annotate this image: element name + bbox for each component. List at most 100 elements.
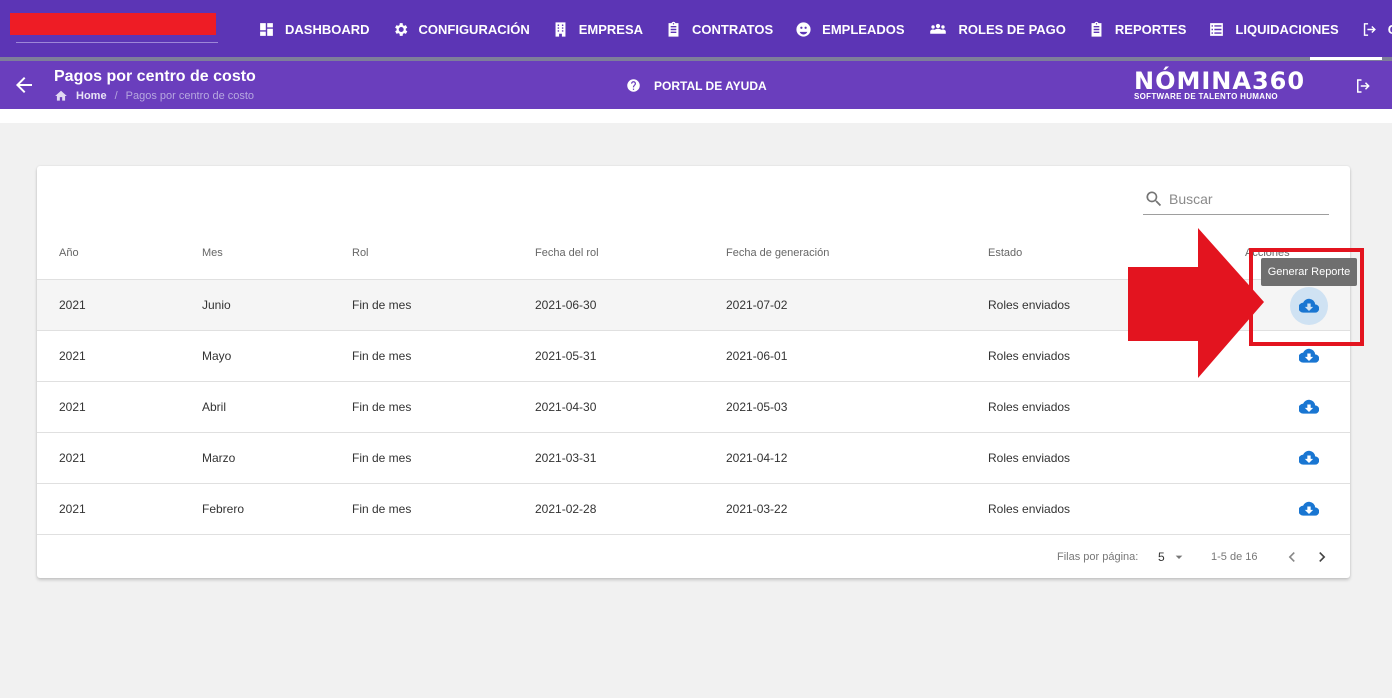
nav-item-label: CE bbox=[1388, 22, 1392, 37]
cloud-download-icon bbox=[1299, 501, 1319, 516]
help-portal-label: PORTAL DE AYUDA bbox=[654, 78, 767, 93]
cell-rol: Fin de mes bbox=[352, 451, 412, 465]
table-row[interactable]: 2021 Febrero Fin de mes 2021-02-28 2021-… bbox=[37, 484, 1350, 535]
column-header-fecha-rol[interactable]: Fecha del rol bbox=[535, 247, 599, 259]
nav-item-liquidaciones[interactable]: LIQUIDACIONES bbox=[1197, 0, 1349, 58]
column-header-estado[interactable]: Estado bbox=[988, 247, 1022, 259]
nav-item-label: EMPRESA bbox=[578, 21, 644, 37]
nav-item-label: LIQUIDACIONES bbox=[1235, 21, 1339, 37]
search-icon bbox=[1146, 191, 1162, 207]
rows-per-page-label: Filas por página: bbox=[1057, 551, 1139, 563]
cell-month: Febrero bbox=[202, 502, 245, 516]
report-icon bbox=[1091, 21, 1102, 37]
top-navbar: DASHBOARD CONFIGURACIÓN EMPRESA CONTRATO… bbox=[0, 0, 1392, 58]
cell-month: Junio bbox=[202, 298, 231, 312]
cell-year: 2021 bbox=[59, 400, 86, 414]
arrow-left-icon bbox=[16, 77, 32, 93]
table-row[interactable]: 2021 Abril Fin de mes 2021-04-30 2021-05… bbox=[37, 382, 1350, 433]
cell-fecha-generacion: 2021-05-03 bbox=[726, 400, 788, 414]
nav-item-empresa[interactable]: EMPRESA bbox=[541, 0, 654, 58]
cell-month: Abril bbox=[202, 400, 227, 414]
logout-icon bbox=[1357, 79, 1370, 93]
generate-report-button[interactable] bbox=[1293, 442, 1325, 474]
table-pagination: Filas por página: 5 1-5 de 16 bbox=[37, 536, 1350, 578]
breadcrumb-current: Pagos por centro de costo bbox=[125, 90, 255, 102]
back-button[interactable] bbox=[12, 73, 36, 97]
cell-fecha-generacion: 2021-03-22 bbox=[726, 502, 788, 516]
breadcrumb-separator: / bbox=[114, 90, 118, 102]
cell-rol: Fin de mes bbox=[352, 400, 412, 414]
nav-item-reportes[interactable]: REPORTES bbox=[1077, 0, 1198, 58]
cell-estado: Roles enviados bbox=[988, 298, 1071, 312]
next-page-button[interactable] bbox=[1312, 547, 1332, 567]
page-header: Pagos por centro de costo Home / Pagos p… bbox=[0, 61, 1392, 109]
logout-button[interactable] bbox=[1354, 77, 1372, 95]
nav-item-dashboard[interactable]: DASHBOARD bbox=[247, 0, 381, 58]
brand-underline bbox=[16, 42, 218, 43]
cell-fecha-rol: 2021-04-30 bbox=[535, 400, 597, 414]
cell-fecha-generacion: 2021-06-01 bbox=[726, 349, 788, 363]
gear-icon bbox=[394, 22, 407, 36]
nav-item-cerrar[interactable]: CE bbox=[1350, 0, 1392, 58]
cell-month: Marzo bbox=[202, 451, 236, 465]
chevron-right-icon bbox=[1319, 552, 1326, 562]
users-icon bbox=[796, 21, 811, 37]
caret-down-icon bbox=[1175, 555, 1183, 559]
generate-report-tooltip: Generar Reporte bbox=[1261, 258, 1357, 286]
cell-year: 2021 bbox=[59, 298, 86, 312]
column-header-fecha-generacion[interactable]: Fecha de generación bbox=[726, 247, 829, 259]
cell-fecha-generacion: 2021-04-12 bbox=[726, 451, 788, 465]
main-nav: DASHBOARD CONFIGURACIÓN EMPRESA CONTRATO… bbox=[247, 0, 1392, 58]
cloud-download-icon bbox=[1299, 348, 1319, 363]
chevron-left-icon bbox=[1288, 552, 1295, 562]
header-spacer bbox=[0, 109, 1392, 123]
cell-fecha-rol: 2021-03-31 bbox=[535, 451, 597, 465]
column-header-month[interactable]: Mes bbox=[202, 247, 223, 259]
cloud-download-icon bbox=[1299, 399, 1319, 414]
group-icon bbox=[929, 23, 946, 34]
cell-rol: Fin de mes bbox=[352, 349, 412, 363]
logo-main-text: NÓMINA360 bbox=[1134, 67, 1306, 95]
table-row[interactable]: 2021 Marzo Fin de mes 2021-03-31 2021-04… bbox=[37, 433, 1350, 484]
cell-fecha-rol: 2021-02-28 bbox=[535, 502, 597, 516]
rows-per-page-select[interactable]: 5 bbox=[1158, 549, 1187, 565]
column-header-rol[interactable]: Rol bbox=[352, 247, 369, 259]
logo-tagline: SOFTWARE DE TALENTO HUMANO bbox=[1134, 92, 1278, 101]
exit-icon bbox=[1363, 22, 1376, 36]
nav-item-roles-de-pago[interactable]: ROLES DE PAGO bbox=[916, 0, 1077, 58]
previous-page-button[interactable] bbox=[1282, 547, 1302, 567]
breadcrumb-home-link[interactable]: Home bbox=[76, 90, 107, 102]
cell-rol: Fin de mes bbox=[352, 298, 412, 312]
page-range: 1-5 de 16 bbox=[1211, 551, 1258, 563]
cloud-download-icon bbox=[1299, 450, 1319, 465]
cell-fecha-rol: 2021-06-30 bbox=[535, 298, 597, 312]
cell-fecha-rol: 2021-05-31 bbox=[535, 349, 597, 363]
dashboard-icon bbox=[260, 22, 273, 36]
redacted-company-name bbox=[10, 13, 216, 35]
generate-report-button[interactable] bbox=[1293, 391, 1325, 423]
cell-year: 2021 bbox=[59, 502, 86, 516]
nav-item-label: EMPLEADOS bbox=[822, 21, 905, 37]
cell-year: 2021 bbox=[59, 349, 86, 363]
nav-item-label: DASHBOARD bbox=[285, 21, 370, 37]
cell-year: 2021 bbox=[59, 451, 86, 465]
cell-fecha-generacion: 2021-07-02 bbox=[726, 298, 788, 312]
search-field bbox=[1143, 184, 1329, 215]
nav-item-label: CONFIGURACIÓN bbox=[418, 21, 530, 37]
nav-item-contratos[interactable]: CONTRATOS bbox=[654, 0, 784, 58]
list-icon bbox=[1210, 22, 1224, 36]
help-portal-link[interactable]: PORTAL DE AYUDA bbox=[626, 78, 767, 93]
rows-per-page-value: 5 bbox=[1158, 550, 1165, 564]
column-header-year[interactable]: Año bbox=[59, 247, 79, 259]
annotation-arrow-icon bbox=[1128, 228, 1264, 378]
nav-item-empleados[interactable]: EMPLEADOS bbox=[784, 0, 915, 58]
nomina360-logo: NÓMINA360 SOFTWARE DE TALENTO HUMANO bbox=[1134, 67, 1306, 101]
nav-item-label: ROLES DE PAGO bbox=[958, 21, 1066, 37]
nav-item-label: CONTRATOS bbox=[692, 21, 774, 37]
generate-report-button[interactable] bbox=[1293, 493, 1325, 525]
page-title: Pagos por centro de costo bbox=[54, 68, 256, 85]
nav-item-configuracion[interactable]: CONFIGURACIÓN bbox=[381, 0, 541, 58]
active-nav-indicator bbox=[1310, 57, 1382, 60]
search-input[interactable] bbox=[1169, 191, 1319, 207]
cell-estado: Roles enviados bbox=[988, 451, 1071, 465]
